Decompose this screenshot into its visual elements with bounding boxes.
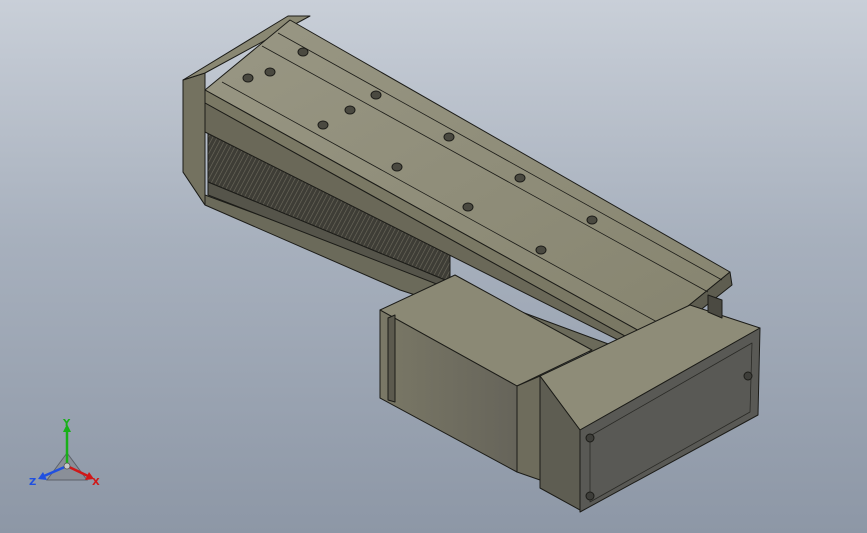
- motor-joint-ring: [516, 375, 541, 481]
- axis-triad[interactable]: Y X Z: [22, 418, 112, 498]
- triad-origin: [63, 462, 71, 470]
- mounting-hole: [317, 120, 329, 130]
- mounting-hole: [586, 215, 598, 225]
- x-axis-label: X: [92, 477, 100, 488]
- mounting-hole: [462, 202, 474, 212]
- mounting-hole: [344, 105, 356, 115]
- y-axis-label: Y: [62, 418, 71, 429]
- mounting-hole: [535, 245, 547, 255]
- mounting-hole: [514, 173, 526, 183]
- graphics-viewport[interactable]: Y X Z: [0, 0, 867, 533]
- mounting-hole: [264, 67, 276, 77]
- linear-actuator-model[interactable]: [0, 0, 867, 533]
- cover-screw-top-left: [585, 433, 595, 443]
- z-axis-label: Z: [29, 477, 36, 488]
- mounting-hole: [443, 132, 455, 142]
- mounting-hole: [391, 162, 403, 172]
- mounting-hole: [370, 90, 382, 100]
- left-end-cap-face: [182, 72, 206, 206]
- motor-flange: [387, 314, 396, 403]
- mounting-hole: [242, 73, 254, 83]
- cover-screw-bottom-left: [585, 491, 595, 501]
- mounting-hole: [297, 47, 309, 57]
- cover-screw-top-right: [743, 371, 753, 381]
